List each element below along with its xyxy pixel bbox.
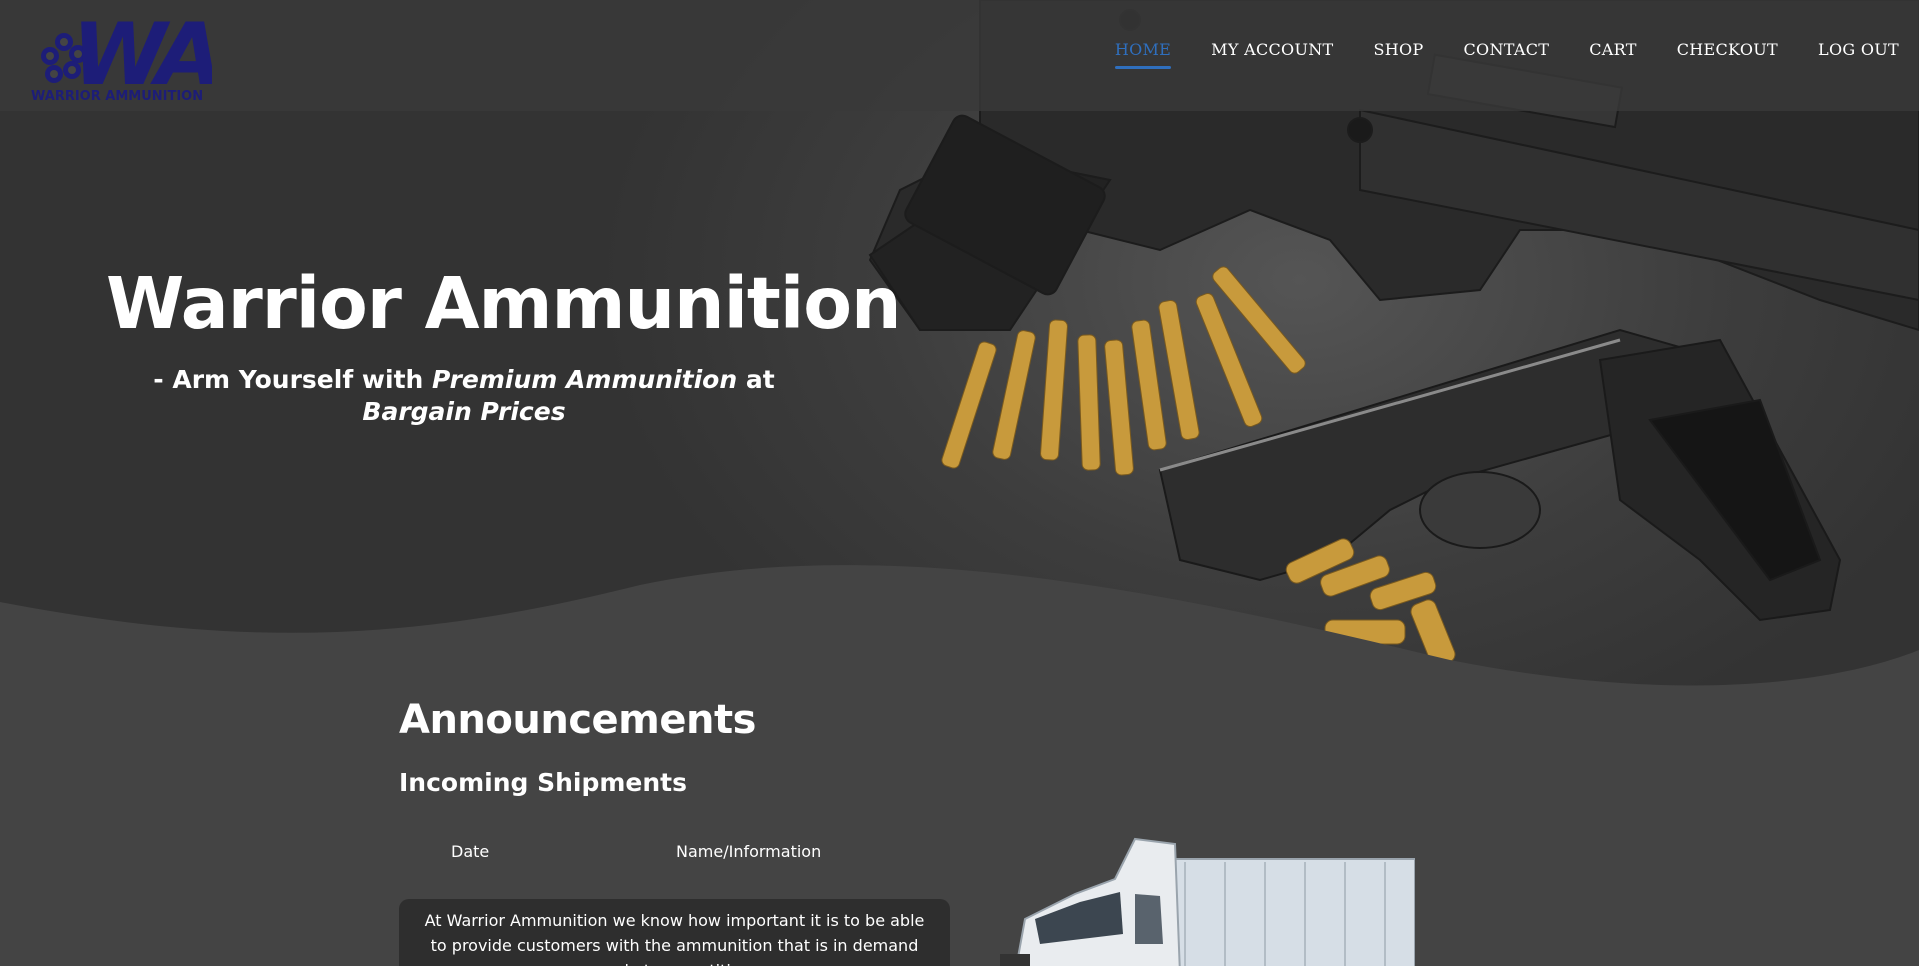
tagline-premium-ammunition: Premium Ammunition [432, 365, 738, 394]
column-header-date: Date [451, 842, 490, 861]
tagline-prefix: - Arm Yourself with [153, 365, 433, 394]
hero-wave [0, 565, 1919, 690]
warrior-ammunition-logo-icon: WA WARRIOR AMMUNITION [31, 5, 224, 105]
nav-shop[interactable]: SHOP [1374, 40, 1424, 69]
tagline-at: at [737, 365, 775, 394]
svg-text:WARRIOR AMMUNITION: WARRIOR AMMUNITION [31, 89, 203, 104]
hero-title: Warrior Ammunition [106, 262, 902, 345]
pistol-graphic [1158, 328, 1842, 622]
nav-checkout[interactable]: CHECKOUT [1677, 40, 1778, 69]
nav-contact[interactable]: CONTACT [1464, 40, 1550, 69]
announcement-body: At Warrior Ammunition we know how import… [424, 911, 925, 966]
nav-my-account[interactable]: MY ACCOUNT [1211, 40, 1333, 69]
site-header: WA WARRIOR AMMUNITION HOME MY ACCOUNT SH… [0, 0, 1919, 111]
announcement-text-box: At Warrior Ammunition we know how import… [399, 899, 950, 966]
shipments-table-header: Date Name/Information [451, 842, 821, 861]
hero-tagline: - Arm Yourself with Premium Ammunition a… [150, 364, 778, 428]
column-header-name-information: Name/Information [676, 842, 822, 861]
site-logo[interactable]: WA WARRIOR AMMUNITION [28, 4, 224, 105]
nav-home[interactable]: HOME [1114, 40, 1172, 69]
nav-log-out[interactable]: LOG OUT [1818, 40, 1899, 69]
incoming-shipments-title: Incoming Shipments [399, 768, 688, 797]
announcements-section: Announcements Incoming Shipments Date Na… [399, 697, 1499, 966]
main-nav: HOME MY ACCOUNT SHOP CONTACT CART CHECKO… [1114, 40, 1899, 69]
tagline-bargain-prices: Bargain Prices [362, 397, 566, 426]
announcements-title: Announcements [399, 697, 756, 743]
nav-cart[interactable]: CART [1589, 40, 1636, 69]
truck-image [1000, 837, 1415, 966]
